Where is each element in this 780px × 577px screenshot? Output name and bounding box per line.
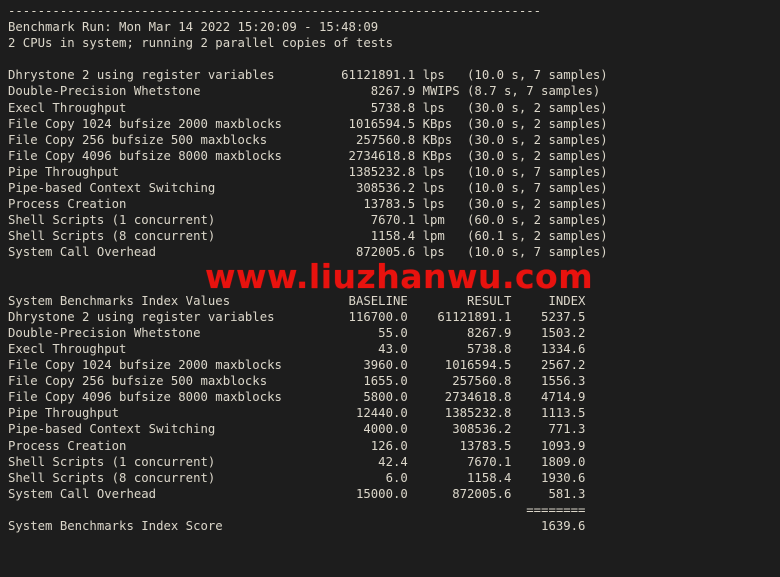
terminal-window: ----------------------------------------… — [0, 0, 780, 577]
result-row: File Copy 4096 bufsize 8000 maxblocks 27… — [8, 148, 608, 163]
result-row: Execl Throughput 5738.8 lps (30.0 s, 2 s… — [8, 100, 608, 115]
index-row: Process Creation 126.0 13783.5 1093.9 — [8, 438, 586, 453]
benchmark-run-line: Benchmark Run: Mon Mar 14 2022 15:20:09 … — [8, 20, 379, 35]
result-row: Pipe Throughput 1385232.8 lps (10.0 s, 7… — [8, 164, 608, 179]
result-row: Pipe-based Context Switching 308536.2 lp… — [8, 181, 608, 196]
index-row: Shell Scripts (1 concurrent) 42.4 7670.1… — [8, 454, 586, 469]
index-row: File Copy 4096 bufsize 8000 maxblocks 58… — [8, 390, 586, 405]
index-table-header: System Benchmarks Index Values BASELINE … — [8, 293, 586, 308]
index-row: File Copy 256 bufsize 500 maxblocks 1655… — [8, 374, 586, 389]
score-separator: ======== — [8, 502, 586, 517]
result-row: Dhrystone 2 using register variables 611… — [8, 68, 608, 83]
index-row: Pipe Throughput 12440.0 1385232.8 1113.5 — [8, 406, 586, 421]
index-row: File Copy 1024 bufsize 2000 maxblocks 39… — [8, 358, 586, 373]
result-row: Process Creation 13783.5 lps (30.0 s, 2 … — [8, 197, 608, 212]
cpu-info-line: 2 CPUs in system; running 2 parallel cop… — [8, 36, 393, 51]
result-row: File Copy 256 bufsize 500 maxblocks 2575… — [8, 132, 608, 147]
console-output: ----------------------------------------… — [8, 3, 608, 577]
result-row: File Copy 1024 bufsize 2000 maxblocks 10… — [8, 116, 608, 131]
result-row: Shell Scripts (1 concurrent) 7670.1 lpm … — [8, 213, 608, 228]
index-row: Double-Precision Whetstone 55.0 8267.9 1… — [8, 325, 586, 340]
index-row: Shell Scripts (8 concurrent) 6.0 1158.4 … — [8, 470, 586, 485]
index-row: Pipe-based Context Switching 4000.0 3085… — [8, 422, 586, 437]
result-row: Double-Precision Whetstone 8267.9 MWIPS … — [8, 84, 601, 99]
result-row: Shell Scripts (8 concurrent) 1158.4 lpm … — [8, 229, 608, 244]
top-rule: ----------------------------------------… — [8, 4, 542, 18]
result-row: System Call Overhead 872005.6 lps (10.0 … — [8, 245, 608, 260]
index-score-line: System Benchmarks Index Score 1639.6 — [8, 519, 586, 533]
index-row: Execl Throughput 43.0 5738.8 1334.6 — [8, 341, 586, 356]
index-row: Dhrystone 2 using register variables 116… — [8, 309, 586, 324]
index-row: System Call Overhead 15000.0 872005.6 58… — [8, 486, 586, 501]
